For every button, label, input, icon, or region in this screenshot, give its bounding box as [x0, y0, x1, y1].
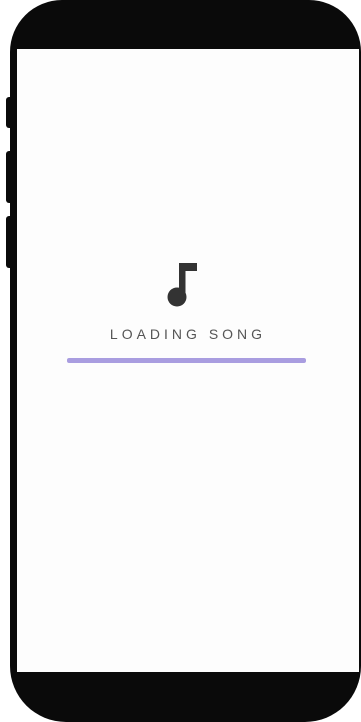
app-screen: LOADING SONG [17, 49, 359, 672]
loading-progress-fill [67, 358, 306, 363]
music-note-icon [167, 263, 197, 307]
loading-view: LOADING SONG [17, 49, 359, 672]
loading-label: LOADING SONG [109, 326, 267, 342]
loading-progress-bar [67, 358, 306, 363]
